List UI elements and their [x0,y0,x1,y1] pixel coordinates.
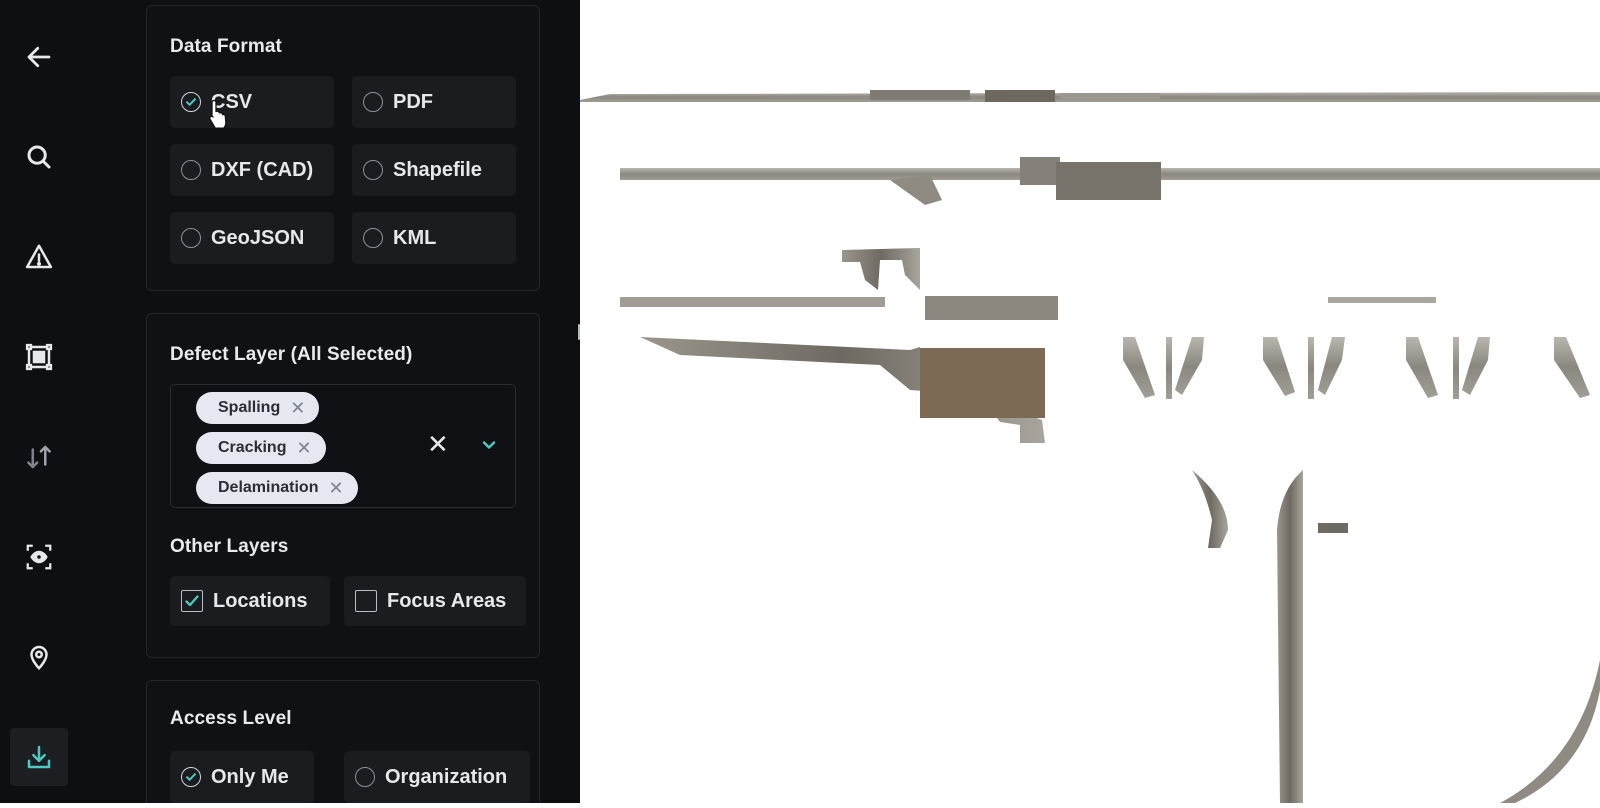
radio-checked-icon [181,92,201,112]
format-option-kml[interactable]: KML [352,212,516,264]
format-option-label: DXF (CAD) [211,158,314,181]
access-option-label: Only Me [211,765,289,788]
icon-rail [0,0,76,803]
chevron-down-icon[interactable] [481,439,497,451]
defect-layer-select[interactable]: Spalling ✕ Cracking ✕ Delamination ✕ ✕ [170,384,516,508]
format-option-geojson[interactable]: GeoJSON [170,212,334,264]
orthomosaic-map-view[interactable] [580,0,1600,803]
download-icon [27,745,51,769]
defect-layer-title: Defect Layer (All Selected) [170,344,413,365]
other-layers-title: Other Layers [170,536,289,557]
format-option-label: GeoJSON [211,226,305,249]
layer-option-locations[interactable]: Locations [170,576,330,626]
warning-icon [25,244,53,269]
radio-unchecked-icon [363,92,383,112]
layer-option-focus-areas[interactable]: Focus Areas [344,576,526,626]
access-option-label: Organization [385,765,508,788]
eye-icon [26,544,52,570]
chip-label: Cracking [218,439,287,456]
locations-button[interactable] [10,628,68,686]
layer-option-label: Locations [213,589,308,612]
chip-spalling: Spalling ✕ [196,392,320,424]
radio-unchecked-icon [181,160,201,180]
chip-remove-icon[interactable]: ✕ [296,438,311,459]
access-level-card: Access Level Only Me Organization [146,680,540,803]
defects-button[interactable] [10,228,68,286]
sort-button[interactable] [10,428,68,486]
radio-unchecked-icon [181,228,201,248]
chip-remove-icon[interactable]: ✕ [290,398,305,419]
checkbox-unchecked-icon [355,590,377,612]
radio-unchecked-icon [355,767,375,787]
radio-unchecked-icon [363,228,383,248]
format-option-pdf[interactable]: PDF [352,76,516,128]
chip-label: Delamination [218,479,319,496]
format-option-label: PDF [393,90,433,113]
checkbox-checked-icon [181,590,203,612]
access-option-only-me[interactable]: Only Me [170,751,314,803]
format-option-dxf[interactable]: DXF (CAD) [170,144,334,196]
radio-checked-icon [181,767,201,787]
access-level-title: Access Level [170,708,292,729]
view-button[interactable] [10,528,68,586]
chip-label: Spalling [218,399,281,416]
back-button[interactable] [10,28,68,86]
chip-cracking: Cracking ✕ [196,432,326,464]
arrow-left-icon [27,46,51,68]
data-format-title: Data Format [170,36,282,57]
export-panel: Data Format CSV PDF DXF (CAD) Shapefile … [76,0,580,803]
focus-area-button[interactable] [10,328,68,386]
data-format-card: Data Format CSV PDF DXF (CAD) Shapefile … [146,5,540,291]
hand-cursor-icon [209,99,227,129]
layer-option-label: Focus Areas [387,589,507,612]
frame-icon [25,343,53,371]
layers-card: Defect Layer (All Selected) Spalling ✕ C… [146,313,540,658]
search-icon [27,145,51,169]
location-pin-icon [30,645,48,671]
chip-remove-icon[interactable]: ✕ [328,478,343,499]
access-option-organization[interactable]: Organization [344,751,530,803]
format-option-csv[interactable]: CSV [170,76,334,128]
export-button[interactable] [10,728,68,786]
clear-all-icon[interactable]: ✕ [427,429,449,460]
radio-unchecked-icon [363,160,383,180]
structure-ortho-image [580,90,1600,803]
format-option-label: KML [393,226,437,249]
chip-delamination: Delamination ✕ [196,472,358,504]
search-button[interactable] [10,128,68,186]
sort-icon [27,445,51,469]
format-option-shapefile[interactable]: Shapefile [352,144,516,196]
format-option-label: Shapefile [393,158,482,181]
